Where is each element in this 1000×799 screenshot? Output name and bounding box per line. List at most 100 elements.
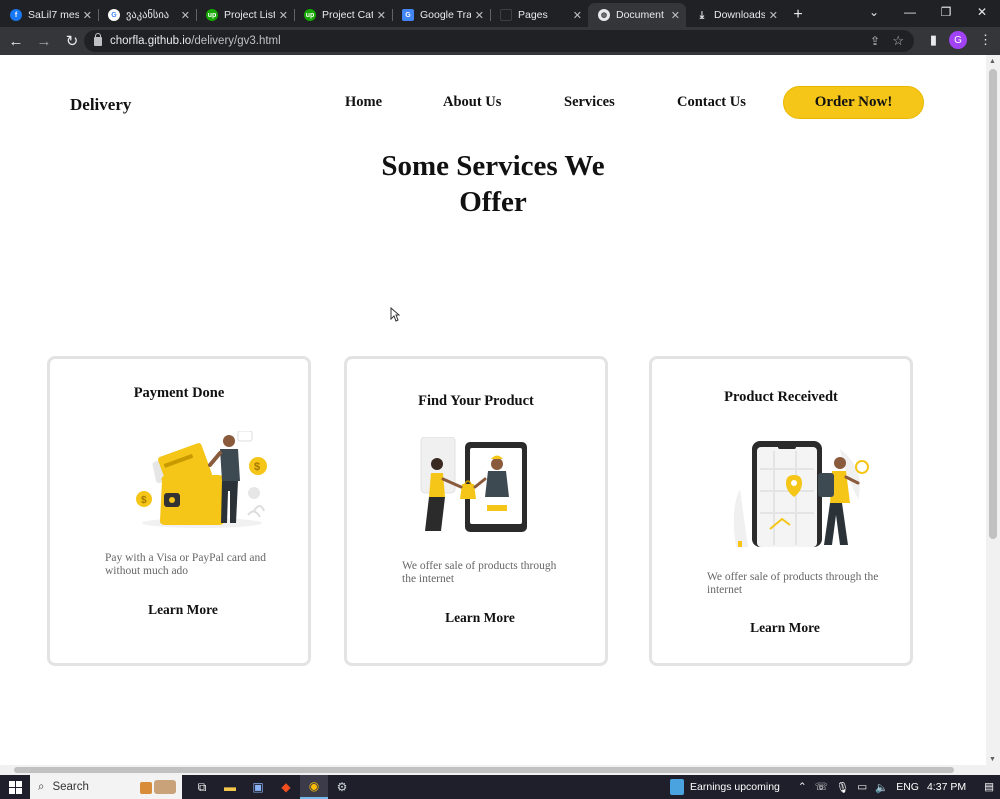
nav-about[interactable]: About Us [443,94,501,111]
tab-label: Document [616,9,664,21]
close-icon[interactable]: ✕ [671,9,680,22]
desc-line: internet [707,584,743,596]
scroll-up-arrow-icon[interactable]: ▲ [989,58,996,65]
tab-downloads[interactable]: ⤓ Downloads ✕ [686,3,784,27]
network-icon[interactable]: ▭ [857,781,867,793]
scrollbar-thumb[interactable] [14,767,954,773]
globe-icon: ◍ [598,9,610,21]
chevron-up-icon[interactable]: ⌃ [798,781,807,793]
profile-avatar[interactable]: G [949,31,967,49]
close-icon[interactable]: ✕ [377,9,386,22]
close-icon[interactable]: ✕ [83,9,92,22]
close-window-button[interactable]: ✕ [964,0,1000,24]
toolbar-right: ▮ G ⋮ [930,31,992,49]
page-title: Some Services We Offer [343,148,643,220]
service-card-payment: Payment Done $ $ Pay with a Visa or PayP… [47,356,311,666]
learn-more-link[interactable]: Learn More [50,602,308,618]
menu-kebab-icon[interactable]: ⋮ [979,32,992,48]
upwork-icon: up [206,9,218,21]
pages-icon [500,9,512,21]
title-line: Some Services We [381,150,605,182]
search-label: Search [52,781,89,793]
photos-icon[interactable]: ▣ [244,775,272,799]
learn-more-link[interactable]: Learn More [652,620,910,636]
close-icon[interactable]: ✕ [475,9,484,22]
card-title: Payment Done [133,385,225,401]
restore-button[interactable]: ❐ [928,0,964,24]
settings-icon[interactable]: ⚙ [328,775,356,799]
notification-icon[interactable]: ▤ [984,781,994,793]
news-label: Earnings upcoming [690,781,780,793]
learn-more-link[interactable]: Learn More [347,610,605,626]
upwork-icon: up [304,9,316,21]
tab-google[interactable]: G ვაკანსია ✕ [98,3,196,27]
tab-project-list[interactable]: up Project List ✕ [196,3,294,27]
tab-label: Project Cat [322,9,373,21]
tab-label: Project List [224,9,275,21]
scroll-down-arrow-icon[interactable]: ▼ [989,756,996,763]
svg-text:$: $ [254,461,260,473]
share-icon[interactable]: ⇪ [870,34,880,48]
desc-line: Pay with a Visa or PayPal card and [105,552,267,564]
card-title: Find Your Product [418,393,534,409]
tab-google-translate[interactable]: G Google Tra ✕ [392,3,490,27]
close-icon[interactable]: ✕ [181,9,190,22]
nav-home[interactable]: Home [345,94,382,111]
tab-label: Google Tra [420,9,471,21]
system-tray: Earnings upcoming ⌃ ☏ 🎙 ▭ 🔈 ENG 4:37 PM … [670,775,1000,799]
taskbar-search[interactable]: ⌕ Search [30,775,182,799]
site-brand[interactable]: Delivery [70,95,131,115]
file-explorer-icon[interactable]: ▬ [216,775,244,799]
clock-time[interactable]: 4:37 PM [927,781,966,793]
minimize-button[interactable]: — [892,0,928,24]
tab-facebook[interactable]: f SaLil7 mess ✕ [0,3,98,27]
horizontal-scrollbar[interactable] [0,765,1000,775]
figma-icon[interactable]: ◆ [272,775,300,799]
scrollbar-thumb[interactable] [989,69,997,539]
language-indicator[interactable]: ENG [896,781,919,793]
nav-services[interactable]: Services [564,94,615,111]
desc-line: We offer sale of products through [402,560,557,572]
forward-button[interactable]: → [32,29,56,53]
chrome-icon[interactable]: ◉ [300,775,328,799]
title-line: Offer [459,186,527,218]
meet-icon[interactable]: ☏ [815,781,828,793]
reload-button[interactable]: ↻ [60,29,84,53]
card-title: Product Receivedt [724,389,838,405]
tab-label: SaLil7 mess [28,9,79,21]
search-icon: ⌕ [38,780,45,793]
url-host: chorfla.github.io [110,35,192,47]
task-view-icon[interactable]: ⧉ [188,775,216,799]
order-now-button[interactable]: Order Now! [783,86,924,119]
start-button[interactable] [0,775,30,799]
close-icon[interactable]: ✕ [279,9,288,22]
desc-line: the internet [402,573,455,585]
download-icon: ⤓ [699,9,705,21]
google-icon: G [108,9,120,21]
close-icon[interactable]: ✕ [573,9,582,22]
card-description: Pay with a Visa or PayPal card and witho… [105,552,295,578]
back-button[interactable]: ← [4,29,28,53]
nav-contact[interactable]: Contact Us [677,94,746,111]
url-path: /delivery/gv3.html [191,35,281,47]
shopping-illustration-icon [420,437,527,532]
address-bar[interactable]: chorfla.github.io/delivery/gv3.html ⇪ ☆ [84,30,914,52]
lock-icon[interactable] [94,32,102,46]
side-panel-icon[interactable]: ▮ [930,32,937,48]
windows-logo-icon [8,780,22,794]
new-tab-button[interactable]: + [784,3,812,27]
vertical-scrollbar[interactable]: ▲ ▼ [986,55,1000,765]
close-icon[interactable]: ✕ [769,9,778,22]
tab-search-icon[interactable]: ⌄ [856,0,892,24]
tab-label: Pages [518,9,548,21]
service-card-received: Product Receivedt We offer sale of produ… [649,356,913,666]
tab-project-cat[interactable]: up Project Cat ✕ [294,3,392,27]
tab-document[interactable]: ◍ Document ✕ [588,3,686,27]
taskbar-apps: ⧉ ▬ ▣ ◆ ◉ ⚙ [188,775,356,799]
tab-pages[interactable]: Pages ✕ [490,3,588,27]
microphone-icon[interactable]: 🎙 [836,781,849,794]
news-widget[interactable]: Earnings upcoming [670,779,780,795]
bookmark-star-icon[interactable]: ☆ [892,33,904,49]
volume-icon[interactable]: 🔈 [875,781,888,794]
desc-line: without much ado [105,565,189,577]
